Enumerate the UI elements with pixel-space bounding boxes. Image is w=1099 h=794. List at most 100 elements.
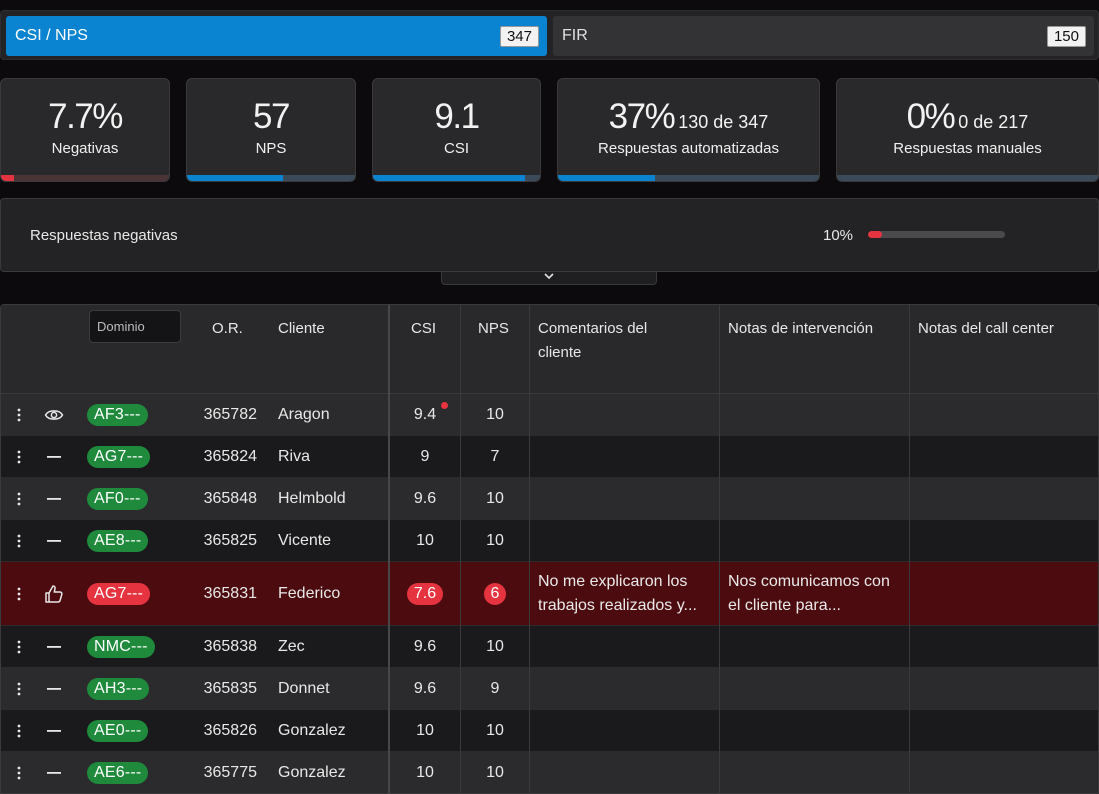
comentario-cell[interactable]: [538, 626, 713, 667]
row-menu-button[interactable]: [10, 752, 28, 793]
tab-fir[interactable]: FIR 150: [553, 16, 1094, 56]
nps-cell: 10: [460, 394, 530, 435]
comentario-cell[interactable]: [538, 710, 713, 751]
row-status[interactable]: [41, 710, 67, 751]
nota-intervencion-cell[interactable]: [728, 436, 903, 477]
row-menu-button[interactable]: [10, 520, 28, 561]
row-status[interactable]: [41, 478, 67, 519]
nota-intervencion-cell[interactable]: Nos comunicamos con el cliente para...: [728, 562, 903, 625]
negative-percent: 10%: [823, 227, 854, 244]
nota-intervencion-cell[interactable]: [728, 478, 903, 519]
more-vertical-icon: [17, 587, 21, 600]
dominio-badge: AF0---: [87, 487, 148, 510]
column-header-notas-call-center[interactable]: Notas del call center: [918, 317, 1054, 341]
dominio-cell: AF0---: [87, 478, 148, 519]
column-header-notas-intervencion[interactable]: Notas de intervención: [728, 317, 873, 341]
column-header-comentarios[interactable]: Comentarios del cliente: [538, 317, 647, 365]
comentario-cell[interactable]: [538, 478, 713, 519]
table-row[interactable]: AE6--- 365775 Gonzalez 10 10: [1, 752, 1098, 793]
tab-label: CSI / NPS: [15, 27, 88, 44]
or-value: 365782: [203, 405, 257, 423]
comentario-cell[interactable]: No me explicaron los trabajos realizados…: [538, 562, 713, 625]
row-status[interactable]: [41, 436, 67, 477]
nps-cell: 10: [460, 478, 530, 519]
comentario-cell[interactable]: [538, 520, 713, 561]
comentario-cell[interactable]: [538, 436, 713, 477]
more-vertical-icon: [17, 492, 21, 505]
csi-cell: 9.6: [390, 626, 460, 667]
nota-intervencion-cell[interactable]: [728, 752, 903, 793]
comentario-cell[interactable]: [538, 668, 713, 709]
expand-panel-button[interactable]: [441, 272, 657, 285]
dash-icon: [46, 645, 62, 649]
kpi-card-csi[interactable]: 9.1 CSI: [372, 78, 541, 182]
column-header-cliente[interactable]: Cliente: [278, 317, 325, 341]
row-menu-button[interactable]: [10, 394, 28, 435]
row-status[interactable]: [41, 520, 67, 561]
row-menu-button[interactable]: [10, 436, 28, 477]
table-row[interactable]: NMC--- 365838 Zec 9.6 10: [1, 626, 1098, 668]
table-row[interactable]: AF0--- 365848 Helmbold 9.6 10: [1, 478, 1098, 520]
row-menu-button[interactable]: [10, 562, 28, 625]
csi-cell: 10: [390, 520, 460, 561]
table-row[interactable]: AE0--- 365826 Gonzalez 10 10: [1, 710, 1098, 752]
more-vertical-icon: [17, 534, 21, 547]
nota-intervencion-cell[interactable]: [728, 520, 903, 561]
row-menu-button[interactable]: [10, 626, 28, 667]
nota-intervencion-cell[interactable]: [728, 710, 903, 751]
row-status[interactable]: [41, 752, 67, 793]
nps-cell: 10: [460, 752, 530, 793]
column-header-nps[interactable]: NPS: [478, 317, 509, 341]
column-header-or[interactable]: O.R.: [212, 317, 243, 341]
cliente-cell: Helmbold: [278, 478, 346, 519]
more-vertical-icon: [17, 724, 21, 737]
tab-csi-nps[interactable]: CSI / NPS 347: [6, 16, 547, 56]
column-header-csi[interactable]: CSI: [411, 317, 436, 341]
kpi-card-respuestas-manuales[interactable]: 0% 0 de 217 Respuestas manuales: [836, 78, 1099, 182]
nota-intervencion-cell[interactable]: [728, 626, 903, 667]
kpi-card-respuestas-automatizadas[interactable]: 37% 130 de 347 Respuestas automatizadas: [557, 78, 820, 182]
row-menu-button[interactable]: [10, 478, 28, 519]
comentario-cell[interactable]: [538, 394, 713, 435]
table-row[interactable]: AE8--- 365825 Vicente 10 10: [1, 520, 1098, 562]
dominio-badge: NMC---: [87, 635, 155, 658]
cliente-cell: Federico: [278, 562, 340, 625]
row-status[interactable]: [41, 562, 67, 625]
row-status[interactable]: [41, 668, 67, 709]
nps-cell: 6: [460, 562, 530, 625]
cliente-value: Aragon: [278, 405, 330, 423]
kpi-progress-bar: [1, 175, 169, 181]
comentario-text: No me explicaron los trabajos realizados…: [538, 572, 697, 614]
table-row[interactable]: AG7--- 365831 Federico 7.6 6 No me expli…: [1, 562, 1098, 626]
cliente-cell: Donnet: [278, 668, 330, 709]
kpi-label: CSI: [443, 140, 469, 157]
dominio-filter-input[interactable]: [89, 310, 181, 343]
dominio-cell: AE8---: [87, 520, 149, 561]
table-row[interactable]: AF3--- 365782 Aragon 9.4 10: [1, 394, 1098, 436]
row-menu-button[interactable]: [10, 710, 28, 751]
kpi-card-negativas[interactable]: 7.7% Negativas: [0, 78, 170, 182]
or-cell: 365848: [187, 478, 257, 519]
row-status[interactable]: [41, 626, 67, 667]
dominio-cell: AH3---: [87, 668, 150, 709]
dominio-cell: AF3---: [87, 394, 148, 435]
or-cell: 365825: [187, 520, 257, 561]
comentario-cell[interactable]: [538, 752, 713, 793]
nota-intervencion-cell[interactable]: [728, 394, 903, 435]
kpi-progress-bar: [837, 175, 1098, 181]
row-menu-button[interactable]: [10, 668, 28, 709]
or-value: 365824: [203, 447, 257, 465]
kpi-card-nps[interactable]: 57 NPS: [186, 78, 356, 182]
nps-badge: 6: [483, 582, 507, 605]
more-vertical-icon: [17, 408, 21, 421]
kpi-value: 9.1: [434, 97, 480, 136]
column-divider: [909, 305, 910, 793]
table-row[interactable]: AG7--- 365824 Riva 9 7: [1, 436, 1098, 478]
nota-intervencion-cell[interactable]: [728, 668, 903, 709]
or-value: 365775: [203, 763, 257, 781]
kpi-subvalue: 130 de 347: [678, 112, 769, 132]
dash-icon: [46, 455, 62, 459]
table-row[interactable]: AH3--- 365835 Donnet 9.6 9: [1, 668, 1098, 710]
row-status[interactable]: [41, 394, 67, 435]
dominio-badge: AG7---: [87, 445, 151, 468]
